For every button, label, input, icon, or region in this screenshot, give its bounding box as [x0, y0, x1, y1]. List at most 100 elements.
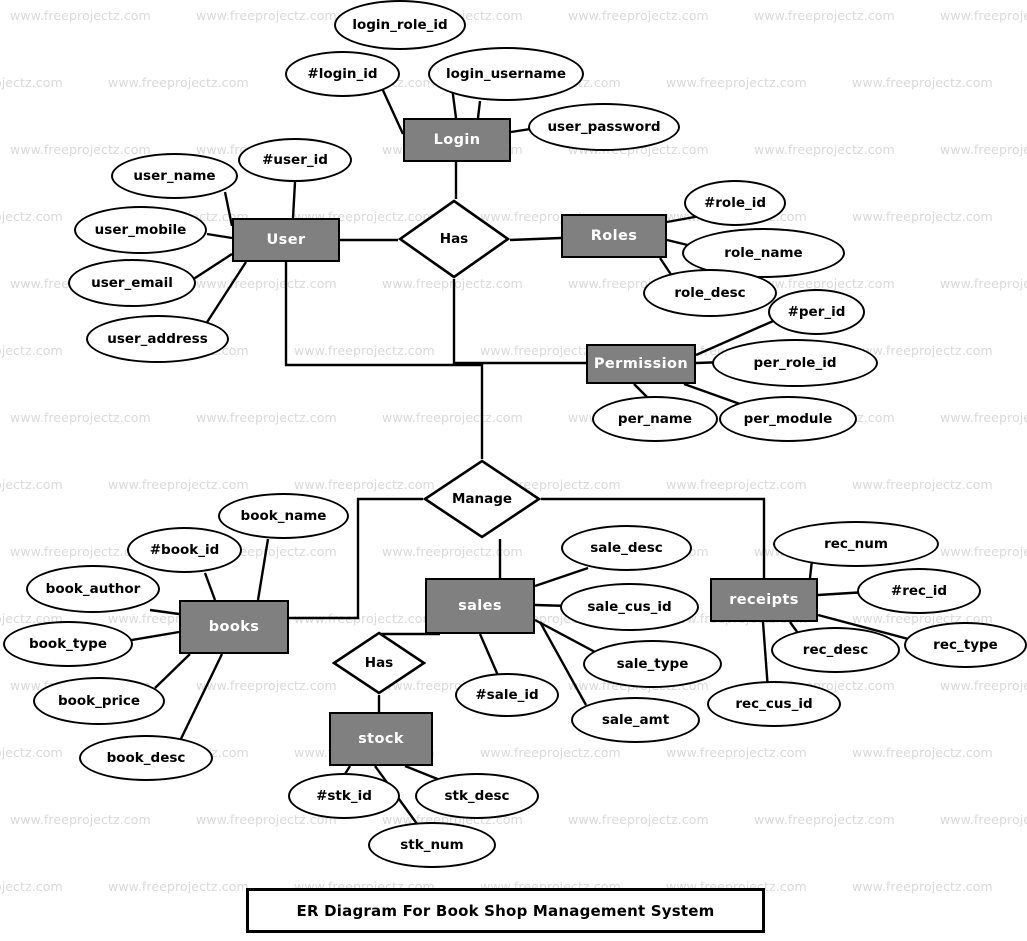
relationship-label: Has — [364, 655, 394, 671]
connector-e-books-bookdesc — [176, 653, 224, 746]
attribute-label: book_price — [57, 693, 141, 709]
attribute-login_id[interactable]: #login_id — [285, 51, 400, 97]
entity-label: Permission — [593, 356, 689, 372]
attribute-per_role_id[interactable]: per_role_id — [712, 339, 878, 387]
connector-e-books-booktype — [125, 630, 180, 643]
attribute-rec_type[interactable]: rec_type — [904, 622, 1027, 668]
relationship-has-sales-stock[interactable]: Has — [332, 631, 426, 695]
attribute-login_role_id[interactable]: login_role_id — [334, 0, 466, 50]
entity-label: receipts — [729, 592, 799, 608]
attribute-book_name[interactable]: book_name — [218, 493, 349, 539]
attribute-per_id[interactable]: #per_id — [768, 289, 865, 335]
entity-login[interactable]: Login — [403, 118, 511, 162]
attribute-label: stk_desc — [444, 788, 510, 804]
attribute-label: rec_cus_id — [735, 696, 813, 712]
connector-e-sales-saledesc — [534, 566, 589, 588]
attribute-label: #rec_id — [890, 583, 948, 599]
attribute-label: role_name — [724, 245, 803, 261]
attribute-label: rec_num — [824, 536, 888, 552]
entity-receipts[interactable]: receipts — [710, 578, 818, 622]
attribute-label: #book_id — [149, 542, 220, 558]
attribute-book_desc[interactable]: book_desc — [79, 735, 213, 781]
attribute-stk_num[interactable]: stk_num — [368, 822, 496, 868]
connector-e-login-username — [476, 100, 482, 119]
attribute-sale_desc[interactable]: sale_desc — [561, 525, 692, 571]
attribute-label: user_mobile — [94, 222, 187, 238]
attribute-label: sale_type — [616, 656, 689, 672]
attribute-book_price[interactable]: book_price — [33, 677, 165, 725]
attribute-label: #user_id — [262, 152, 328, 168]
attribute-label: sale_cus_id — [587, 599, 672, 615]
entity-label: Login — [433, 132, 481, 148]
er-diagram-canvas: www.freeprojectz.com www.freeprojectz.com… — [0, 0, 1027, 941]
connector-e-user-name — [223, 191, 234, 227]
attribute-user_password[interactable]: user_password — [528, 103, 680, 151]
attribute-label: per_role_id — [753, 355, 837, 371]
attribute-rec_id[interactable]: #rec_id — [857, 568, 981, 614]
connector-e-books-bookprice — [154, 653, 191, 689]
attribute-user_name[interactable]: user_name — [111, 153, 238, 199]
attribute-label: role_desc — [674, 285, 746, 301]
attribute-user_mobile[interactable]: user_mobile — [74, 206, 207, 254]
attribute-sale_cus_id[interactable]: sale_cus_id — [560, 583, 699, 631]
attribute-role_desc[interactable]: role_desc — [643, 269, 777, 317]
attribute-label: user_password — [547, 119, 661, 135]
attribute-user_id[interactable]: #user_id — [238, 138, 352, 182]
connector-e-user-mobile — [206, 232, 233, 240]
attribute-login_username[interactable]: login_username — [428, 47, 584, 101]
attribute-label: login_role_id — [352, 17, 448, 33]
attribute-label: login_username — [446, 66, 566, 82]
attribute-rec_num[interactable]: rec_num — [773, 521, 939, 567]
attribute-role_id[interactable]: #role_id — [684, 180, 786, 226]
attribute-label: book_author — [45, 581, 141, 597]
attribute-book_type[interactable]: book_type — [3, 621, 133, 667]
entity-label: stock — [358, 731, 404, 747]
attribute-sale_type[interactable]: sale_type — [583, 640, 722, 688]
attribute-per_module[interactable]: per_module — [719, 396, 857, 442]
attribute-label: user_email — [91, 275, 173, 291]
connector-e-books-bookname — [256, 538, 270, 601]
attribute-stk_id[interactable]: #stk_id — [288, 773, 400, 819]
relationship-label: Has — [439, 231, 469, 247]
attribute-book_id[interactable]: #book_id — [127, 527, 242, 573]
attribute-label: sale_desc — [590, 540, 663, 556]
entity-user[interactable]: User — [232, 218, 340, 262]
attribute-label: #stk_id — [316, 788, 372, 804]
entity-label: Roles — [590, 228, 638, 244]
attribute-label: rec_type — [933, 637, 998, 653]
attribute-label: stk_num — [400, 837, 464, 853]
relationship-has-user-roles[interactable]: Has — [398, 199, 510, 279]
attribute-label: rec_desc — [802, 642, 869, 658]
attribute-sale_id[interactable]: #sale_id — [455, 673, 559, 717]
connector-e-user-address — [200, 261, 248, 331]
attribute-rec_desc[interactable]: rec_desc — [771, 627, 900, 673]
attribute-stk_desc[interactable]: stk_desc — [415, 773, 539, 819]
relationship-label: Manage — [451, 491, 513, 507]
connector-e-receipts-reccusid — [761, 621, 770, 691]
attribute-per_name[interactable]: per_name — [592, 396, 718, 442]
connector-e-books-bookid — [203, 572, 217, 601]
connector-e-user-manage — [284, 262, 484, 459]
attribute-user_address[interactable]: user_address — [86, 315, 229, 363]
connector-e-has-roles — [509, 236, 562, 242]
attribute-user_email[interactable]: user_email — [68, 259, 196, 307]
attribute-sale_amt[interactable]: sale_amt — [571, 697, 700, 743]
entity-sales[interactable]: sales — [425, 578, 535, 634]
entity-books[interactable]: books — [179, 600, 289, 654]
attribute-book_author[interactable]: book_author — [26, 565, 160, 613]
attribute-label: per_name — [617, 411, 693, 427]
entity-roles[interactable]: Roles — [561, 214, 667, 258]
relationship-manage[interactable]: Manage — [423, 459, 541, 539]
attribute-rec_cus_id[interactable]: rec_cus_id — [707, 681, 841, 727]
entity-permission[interactable]: Permission — [586, 344, 696, 384]
entity-stock[interactable]: stock — [329, 712, 433, 766]
diagram-caption-text: ER Diagram For Book Shop Management Syst… — [296, 901, 715, 920]
connector-e-books-bookauthor — [149, 608, 180, 616]
connector-e-user-email — [191, 252, 233, 282]
entity-label: User — [266, 232, 306, 248]
attribute-label: user_name — [133, 168, 216, 184]
entity-label: sales — [458, 598, 502, 614]
attribute-label: #sale_id — [475, 687, 539, 703]
connector-e-user-id — [291, 181, 297, 219]
attribute-label: per_module — [743, 411, 833, 427]
